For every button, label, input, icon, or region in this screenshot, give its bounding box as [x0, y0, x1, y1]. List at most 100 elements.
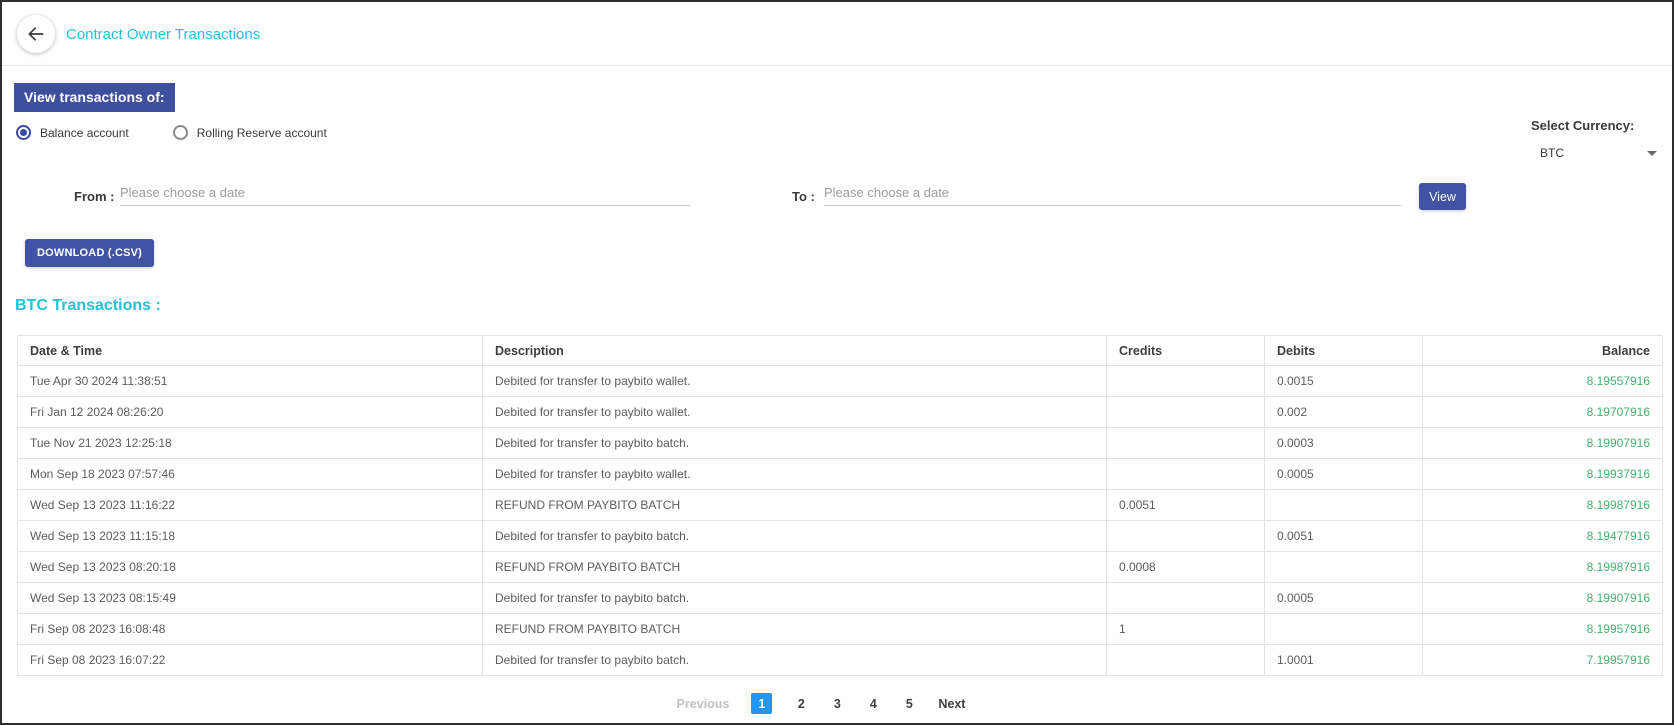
cell-debit: 0.0015 — [1265, 366, 1423, 397]
radio-unselected-icon — [173, 125, 188, 140]
cell-debit — [1265, 552, 1423, 583]
cell-balance: 7.19957916 — [1423, 645, 1663, 676]
pagination-previous[interactable]: Previous — [677, 697, 730, 711]
radio-rolling-reserve-label: Rolling Reserve account — [197, 126, 327, 140]
col-header-debits: Debits — [1265, 336, 1423, 366]
pagination-page-5[interactable]: 5 — [902, 697, 916, 711]
cell-date: Mon Sep 18 2023 07:57:46 — [18, 459, 483, 490]
cell-description: Debited for transfer to paybito wallet. — [483, 397, 1107, 428]
currency-dropdown[interactable]: BTC — [1531, 146, 1657, 160]
cell-debit: 1.0001 — [1265, 645, 1423, 676]
cell-credit: 0.0008 — [1107, 552, 1265, 583]
cell-description: REFUND FROM PAYBITO BATCH — [483, 614, 1107, 645]
contract-owner-transactions-page: Contract Owner Transactions View transac… — [0, 0, 1674, 725]
pagination-page-3[interactable]: 3 — [830, 697, 844, 711]
to-label: To : — [792, 189, 815, 204]
cell-debit: 0.0005 — [1265, 459, 1423, 490]
to-date-input[interactable] — [824, 180, 1401, 206]
cell-balance: 8.19477916 — [1423, 521, 1663, 552]
cell-credit — [1107, 583, 1265, 614]
account-type-radio-group: Balance account Rolling Reserve account — [16, 125, 327, 140]
table-row: Tue Apr 30 2024 11:38:51 Debited for tra… — [18, 366, 1663, 397]
cell-date: Fri Jan 12 2024 08:26:20 — [18, 397, 483, 428]
col-header-credits: Credits — [1107, 336, 1265, 366]
cell-credit: 1 — [1107, 614, 1265, 645]
pagination-next[interactable]: Next — [938, 697, 965, 711]
transactions-table: Date & Time Description Credits Debits B… — [17, 335, 1663, 676]
arrow-left-icon — [26, 24, 46, 44]
cell-credit — [1107, 521, 1265, 552]
radio-rolling-reserve-account[interactable]: Rolling Reserve account — [173, 125, 327, 140]
cell-description: Debited for transfer to paybito wallet. — [483, 459, 1107, 490]
select-currency-label: Select Currency: — [1531, 118, 1657, 133]
table-row: Fri Jan 12 2024 08:26:20 Debited for tra… — [18, 397, 1663, 428]
download-csv-button[interactable]: DOWNLOAD (.CSV) — [25, 239, 154, 267]
currency-picker: Select Currency: BTC — [1531, 118, 1657, 160]
table-row: Wed Sep 13 2023 11:16:22 REFUND FROM PAY… — [18, 490, 1663, 521]
pagination: Previous 1 2 3 4 5 Next — [0, 693, 1656, 714]
chevron-down-icon — [1647, 151, 1657, 156]
table-row: Tue Nov 21 2023 12:25:18 Debited for tra… — [18, 428, 1663, 459]
cell-balance: 8.19987916 — [1423, 552, 1663, 583]
cell-description: REFUND FROM PAYBITO BATCH — [483, 552, 1107, 583]
cell-balance: 8.19987916 — [1423, 490, 1663, 521]
cell-credit — [1107, 428, 1265, 459]
cell-debit: 0.0005 — [1265, 583, 1423, 614]
cell-description: Debited for transfer to paybito batch. — [483, 521, 1107, 552]
btc-transactions-title: BTC Transactions : — [15, 297, 161, 315]
cell-description: REFUND FROM PAYBITO BATCH — [483, 490, 1107, 521]
table-row: Mon Sep 18 2023 07:57:46 Debited for tra… — [18, 459, 1663, 490]
pagination-page-1[interactable]: 1 — [751, 693, 772, 714]
cell-balance: 8.19937916 — [1423, 459, 1663, 490]
table-row: Wed Sep 13 2023 11:15:18 Debited for tra… — [18, 521, 1663, 552]
from-date-input[interactable] — [120, 180, 690, 206]
col-header-date-time: Date & Time — [18, 336, 483, 366]
cell-date: Wed Sep 13 2023 11:16:22 — [18, 490, 483, 521]
view-button[interactable]: View — [1419, 183, 1466, 210]
cell-date: Wed Sep 13 2023 11:15:18 — [18, 521, 483, 552]
cell-credit — [1107, 459, 1265, 490]
radio-balance-account[interactable]: Balance account — [16, 125, 129, 140]
cell-balance: 8.19907916 — [1423, 583, 1663, 614]
cell-description: Debited for transfer to paybito batch. — [483, 428, 1107, 459]
cell-description: Debited for transfer to paybito batch. — [483, 645, 1107, 676]
cell-debit: 0.0003 — [1265, 428, 1423, 459]
cell-date: Fri Sep 08 2023 16:07:22 — [18, 645, 483, 676]
cell-balance: 8.19557916 — [1423, 366, 1663, 397]
cell-debit — [1265, 490, 1423, 521]
radio-balance-account-label: Balance account — [40, 126, 129, 140]
table-row: Wed Sep 13 2023 08:15:49 Debited for tra… — [18, 583, 1663, 614]
cell-debit — [1265, 614, 1423, 645]
page-title: Contract Owner Transactions — [66, 2, 260, 66]
cell-date: Tue Apr 30 2024 11:38:51 — [18, 366, 483, 397]
pagination-page-2[interactable]: 2 — [794, 697, 808, 711]
view-transactions-of-label: View transactions of: — [14, 83, 175, 112]
cell-date: Wed Sep 13 2023 08:15:49 — [18, 583, 483, 614]
cell-credit: 0.0051 — [1107, 490, 1265, 521]
table-header-row: Date & Time Description Credits Debits B… — [18, 336, 1663, 366]
radio-selected-icon — [16, 125, 31, 140]
cell-date: Fri Sep 08 2023 16:08:48 — [18, 614, 483, 645]
cell-balance: 8.19957916 — [1423, 614, 1663, 645]
from-label: From : — [74, 189, 114, 204]
cell-balance: 8.19707916 — [1423, 397, 1663, 428]
cell-debit: 0.0051 — [1265, 521, 1423, 552]
header-bar: Contract Owner Transactions — [2, 2, 1672, 66]
cell-credit — [1107, 645, 1265, 676]
cell-credit — [1107, 397, 1265, 428]
pagination-page-4[interactable]: 4 — [866, 697, 880, 711]
back-button[interactable] — [17, 15, 55, 53]
cell-date: Tue Nov 21 2023 12:25:18 — [18, 428, 483, 459]
currency-value: BTC — [1540, 146, 1564, 160]
table-row: Fri Sep 08 2023 16:07:22 Debited for tra… — [18, 645, 1663, 676]
table-row: Wed Sep 13 2023 08:20:18 REFUND FROM PAY… — [18, 552, 1663, 583]
cell-date: Wed Sep 13 2023 08:20:18 — [18, 552, 483, 583]
cell-credit — [1107, 366, 1265, 397]
table-row: Fri Sep 08 2023 16:08:48 REFUND FROM PAY… — [18, 614, 1663, 645]
col-header-description: Description — [483, 336, 1107, 366]
cell-debit: 0.002 — [1265, 397, 1423, 428]
cell-description: Debited for transfer to paybito batch. — [483, 583, 1107, 614]
col-header-balance: Balance — [1423, 336, 1663, 366]
cell-description: Debited for transfer to paybito wallet. — [483, 366, 1107, 397]
cell-balance: 8.19907916 — [1423, 428, 1663, 459]
